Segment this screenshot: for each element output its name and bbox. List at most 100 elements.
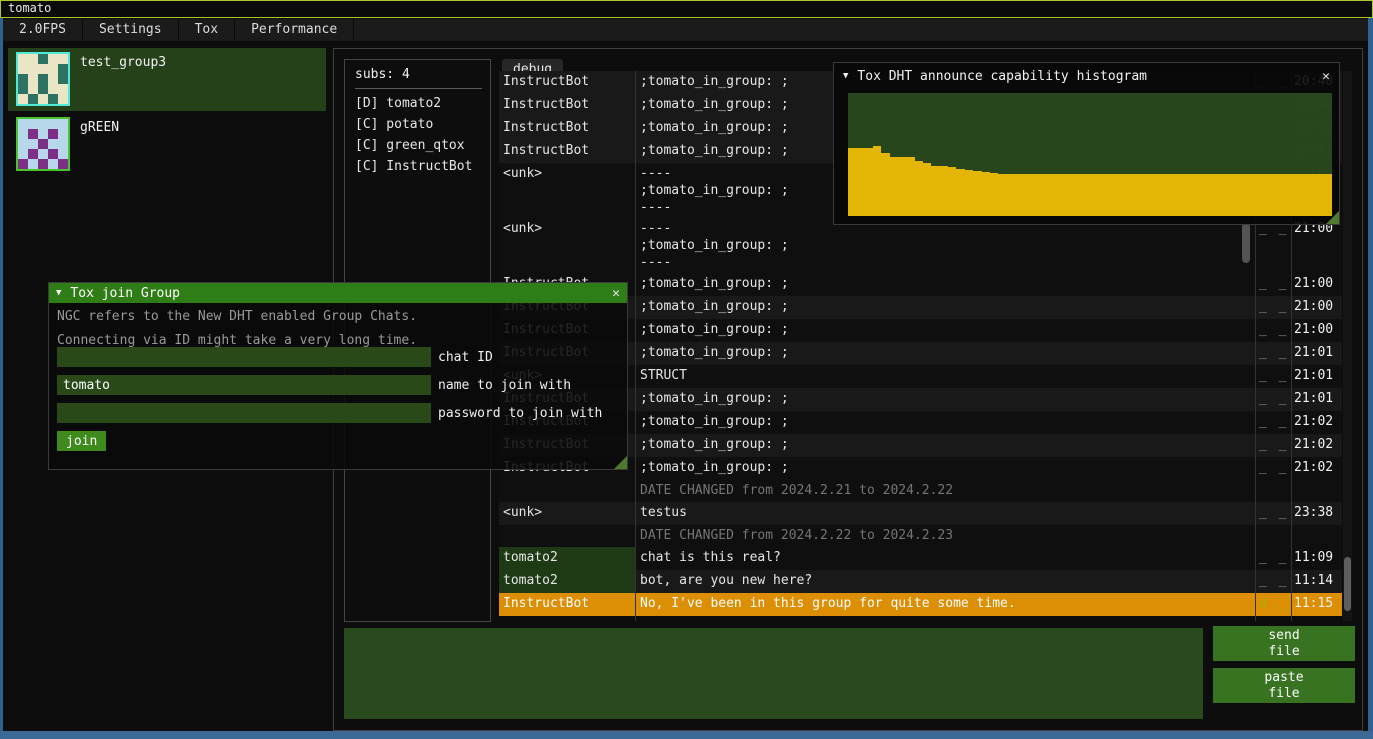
delivery-status: _ _ [1255,388,1291,411]
message-timestamp: 11:15 [1291,593,1342,616]
message-text: ;tomato_in_group: ; [635,296,1255,319]
menu-bar: 2.0FPSSettingsToxPerformance [3,19,1368,41]
message-timestamp: 21:02 [1291,457,1342,480]
message-text: ;tomato_in_group: ; [635,388,1255,411]
delivery-status: _ _ [1255,502,1291,525]
message-timestamp: 21:01 [1291,365,1342,388]
system-message-text: DATE CHANGED from 2024.2.22 to 2024.2.23 [635,525,1255,547]
delivery-status: _ _ [1255,457,1291,480]
join-fields: chat ID name to join with password to join… [57,347,602,431]
message-text: ;tomato_in_group: ; [635,411,1255,434]
subs-member-potato[interactable]: [C] potato [345,114,490,135]
message-timestamp: 21:00 [1291,319,1342,342]
message-row[interactable]: tomato2bot, are you new here?_ _11:14 [499,570,1342,593]
join-button[interactable]: join [57,431,106,451]
delivery-status: _ _ [1255,411,1291,434]
collapse-arrow-icon[interactable]: ▼ [843,71,848,81]
message-timestamp: 21:01 [1291,388,1342,411]
message-text: ;tomato_in_group: ; [635,434,1255,457]
sender-name: <unk> [499,218,635,273]
join-group-title: Tox join Group [70,286,180,301]
app-window: tomato 2.0FPSSettingsToxPerformance test… [0,0,1373,739]
subs-member-InstructBot[interactable]: [C] InstructBot [345,156,490,177]
join-group-window: ▼ Tox join Group ✕ NGC refers to the New… [48,282,628,470]
system-message-text: DATE CHANGED from 2024.2.21 to 2024.2.22 [635,480,1255,502]
message-timestamp: 21:01 [1291,342,1342,365]
subs-separator [355,88,482,89]
message-row[interactable]: tomato2chat is this real?_ _11:09 [499,547,1342,570]
subs-member-green_qtox[interactable]: [C] green_qtox [345,135,490,156]
column-separator-name [635,71,636,621]
window-frame-left [0,18,3,731]
join-field-name-to-join-with[interactable] [57,375,431,395]
window-titlebar[interactable]: tomato [0,0,1373,18]
sender-name: InstructBot [499,71,635,94]
message-timestamp: 21:02 [1291,434,1342,457]
message-input[interactable] [344,628,1203,719]
subs-count: subs: 4 [345,60,490,82]
message-text: ;tomato_in_group: ; [635,457,1255,480]
dht-histogram-titlebar[interactable]: ▼ Tox DHT announce capability histogram … [834,63,1339,89]
close-icon[interactable]: ✕ [612,286,620,301]
subs-member-tomato2[interactable]: [D] tomato2 [345,93,490,114]
message-text: testus [635,502,1255,525]
dht-histogram-plot [848,93,1332,216]
group-item-test_group3[interactable]: test_group3 [8,48,326,111]
message-column-scrollbar[interactable] [1242,223,1250,263]
message-timestamp: 21:00 [1291,273,1342,296]
subs-member-list: [D] tomato2[C] potato[C] green_qtox[C] I… [345,93,490,177]
window-frame-bottom [0,731,1373,739]
close-icon[interactable]: ✕ [1322,69,1330,84]
window-frame-right [1368,18,1373,731]
delivery-status: _ _ [1255,342,1291,365]
chat-scrollbar[interactable] [1343,71,1352,621]
fps-indicator: 2.0FPS [3,19,83,41]
join-group-titlebar[interactable]: ▼ Tox join Group ✕ [49,283,627,303]
join-field-label: chat ID [438,350,493,365]
dht-histogram-window: ▼ Tox DHT announce capability histogram … [833,62,1340,225]
delivery-status: _ _ [1255,365,1291,388]
system-message-row: DATE CHANGED from 2024.2.21 to 2024.2.22 [499,480,1342,502]
group-item-gREEN[interactable]: gREEN [8,113,326,176]
join-field-password-to-join-with[interactable] [57,403,431,423]
message-text: ;tomato_in_group: ; [635,319,1255,342]
paste-file-button[interactable]: paste file [1213,668,1355,703]
delivery-status: _ _ [1255,570,1291,593]
join-field-label: name to join with [438,378,571,393]
resize-grip[interactable] [1326,211,1339,224]
join-field-label: password to join with [438,406,602,421]
message-row[interactable]: InstructBotNo, I've been in this group f… [499,593,1342,616]
resize-grip[interactable] [614,456,627,469]
menu-item-tox[interactable]: Tox [179,19,235,41]
menu-item-performance[interactable]: Performance [235,19,354,41]
message-text: chat is this real? [635,547,1255,570]
delivery-status: _ _ [1255,547,1291,570]
message-timestamp: 21:00 [1291,296,1342,319]
sender-name: InstructBot [499,117,635,140]
join-field-chat-ID[interactable] [57,347,431,367]
message-text: ;tomato_in_group: ; [635,273,1255,296]
window-title: tomato [8,1,51,15]
chat-scrollbar-thumb[interactable] [1344,557,1351,611]
group-avatar [16,117,70,171]
sender-name: <unk> [499,502,635,525]
sender-name: <unk> [499,163,635,218]
group-avatar [16,52,70,106]
collapse-arrow-icon[interactable]: ▼ [56,288,61,298]
group-name: gREEN [80,120,119,135]
message-timestamp: 21:02 [1291,411,1342,434]
sender-name: tomato2 [499,547,635,570]
delivery-status: d _ [1255,593,1291,616]
message-timestamp: 23:38 [1291,502,1342,525]
menu-item-settings[interactable]: Settings [83,19,179,41]
message-timestamp: 11:14 [1291,570,1342,593]
delivery-status: _ _ [1255,218,1291,273]
delivery-status: _ _ [1255,273,1291,296]
message-row[interactable]: <unk>testus_ _23:38 [499,502,1342,525]
group-name: test_group3 [80,55,166,70]
message-row[interactable]: <unk>----;tomato_in_group: ;----_ _21:00 [499,218,1342,273]
send-file-button[interactable]: send file [1213,626,1355,661]
sender-name: tomato2 [499,570,635,593]
message-text: STRUCT [635,365,1255,388]
dht-histogram-title: Tox DHT announce capability histogram [857,69,1147,84]
